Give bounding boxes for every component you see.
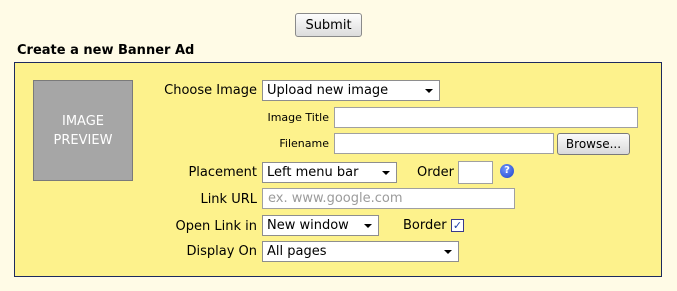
border-label: Border	[403, 218, 447, 233]
chevron-down-icon	[382, 171, 390, 175]
display-on-label: Display On	[186, 244, 257, 259]
image-preview-line2: PREVIEW	[53, 132, 113, 148]
filename-label: Filename	[279, 137, 329, 150]
display-on-select[interactable]: All pages	[262, 241, 459, 262]
link-url-input[interactable]: ex. www.google.com	[262, 188, 515, 209]
order-input[interactable]	[458, 161, 493, 184]
image-title-input[interactable]	[334, 107, 638, 128]
choose-image-label: Choose Image	[164, 83, 257, 98]
help-icon[interactable]: ?	[500, 164, 514, 178]
chevron-down-icon	[444, 250, 452, 254]
placement-select[interactable]: Left menu bar	[262, 162, 397, 183]
choose-image-select[interactable]: Upload new image	[262, 80, 440, 101]
submit-button[interactable]: Submit	[295, 13, 362, 37]
placement-label: Placement	[188, 165, 257, 180]
chevron-down-icon	[364, 224, 372, 228]
image-preview-line1: IMAGE	[61, 113, 104, 129]
order-label: Order	[417, 165, 454, 180]
open-link-in-value: New window	[267, 218, 349, 233]
link-url-label: Link URL	[200, 192, 257, 207]
display-on-value: All pages	[267, 244, 327, 259]
image-preview: IMAGE PREVIEW	[33, 80, 133, 181]
placement-value: Left menu bar	[267, 165, 359, 180]
chevron-down-icon	[425, 89, 433, 93]
browse-button[interactable]: Browse...	[557, 133, 630, 155]
image-title-label: Image Title	[267, 111, 329, 124]
filename-input[interactable]	[334, 133, 554, 154]
open-link-in-label: Open Link in	[175, 219, 257, 234]
section-title: Create a new Banner Ad	[17, 43, 195, 58]
border-checkbox[interactable]: ✓	[451, 219, 464, 232]
choose-image-value: Upload new image	[267, 83, 389, 98]
open-link-in-select[interactable]: New window	[262, 215, 379, 236]
